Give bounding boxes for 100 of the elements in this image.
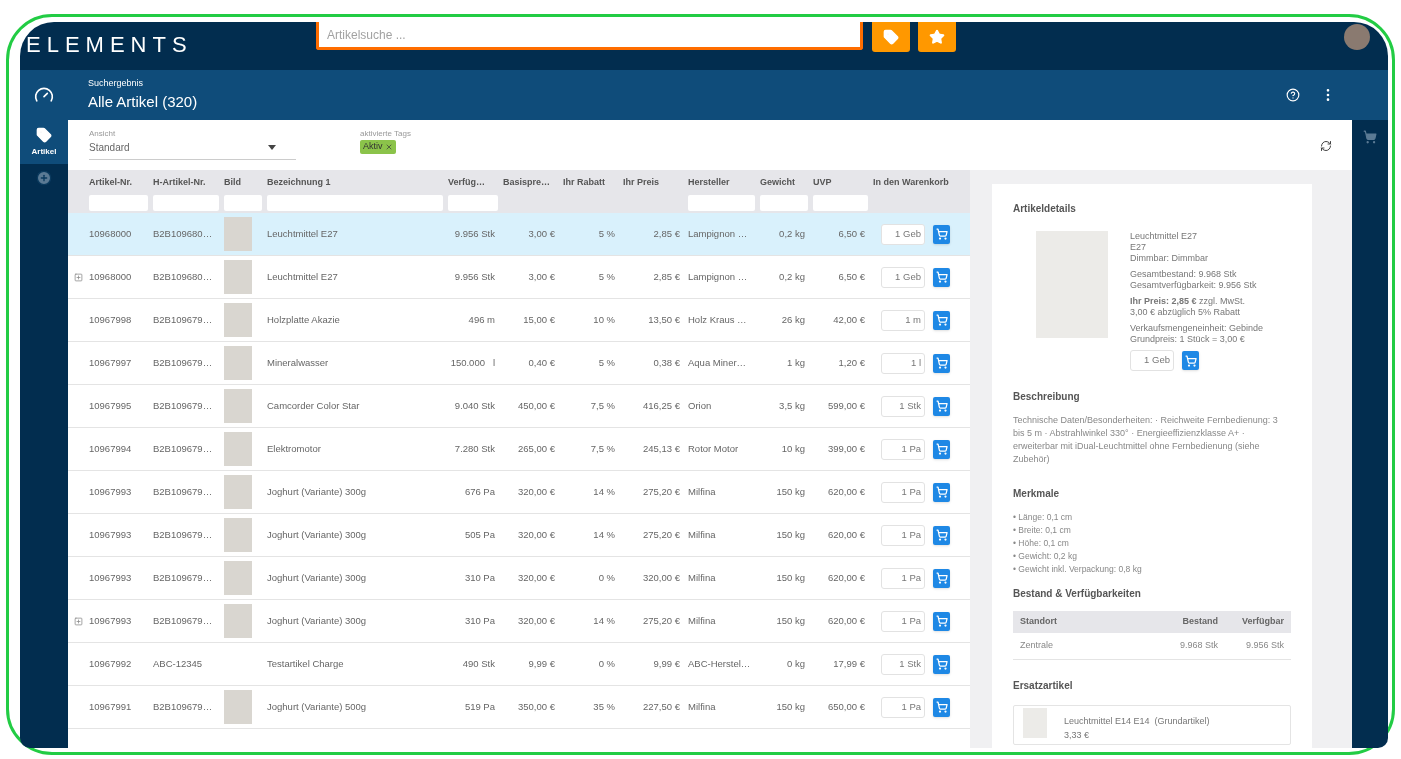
table-cell-text: B2B109679… (153, 484, 213, 499)
quantity-field[interactable]: 1 Pa (881, 438, 925, 460)
table-cell-text: 350,00 € (518, 699, 555, 714)
table-cell-text: 275,20 € (643, 527, 680, 542)
add-to-cart-button[interactable] (933, 654, 950, 674)
table-cell-text: 9.956 Stk (1244, 639, 1284, 653)
table-cell-text: 2,85 € (653, 269, 680, 284)
detail-text: Dimmbar: Dimmbar (1130, 253, 1209, 264)
add-to-cart-button[interactable] (933, 525, 950, 545)
table-cell-text: 399,00 € (828, 441, 865, 456)
table-cell-text: 1,20 € (838, 355, 865, 370)
close-icon[interactable] (384, 142, 393, 151)
column-header: Hersteller (688, 176, 731, 189)
replacement-item[interactable]: Leuchtmittel E14 E14 (Grundartikel) 3,33 € (1013, 705, 1291, 745)
section-title: Merkmale (1013, 487, 1061, 501)
column-filter-field[interactable] (448, 194, 498, 211)
add-to-cart-button[interactable] (933, 697, 950, 717)
add-to-cart-button[interactable] (933, 482, 950, 502)
table-cell-text: 519 Pa (464, 699, 495, 714)
column-filter-field[interactable] (688, 194, 755, 211)
table-cell-text: 676 Pa (464, 484, 495, 499)
column-filter-field[interactable] (153, 194, 219, 211)
column-header: In den Warenkorb (873, 176, 950, 189)
add-to-cart-button[interactable] (1182, 351, 1199, 370)
column-header: Bild (224, 176, 242, 189)
quantity-field[interactable]: 1 Pa (881, 610, 925, 632)
table-cell-text: 275,20 € (643, 484, 680, 499)
tag-icon (883, 29, 899, 45)
quantity-field[interactable]: 1 l (881, 352, 925, 374)
table-cell-text: 320,00 € (643, 570, 680, 585)
quantity-field[interactable]: 1 m (881, 309, 925, 331)
quantity-field[interactable]: 1 Geb (1130, 350, 1174, 371)
table-cell-text: 227,50 € (643, 699, 680, 714)
expand-icon[interactable] (74, 272, 83, 282)
tag-chip[interactable]: Aktiv (360, 140, 396, 154)
table-cell-text: 7,5 % (590, 398, 615, 413)
table-cell-text: 150.000 l (450, 355, 495, 370)
avatar[interactable] (1344, 24, 1370, 50)
table-cell-text: Joghurt (Variante) 300g (267, 527, 367, 542)
add-to-cart-button[interactable] (933, 611, 950, 631)
table-cell-text: B2B109679… (153, 312, 213, 327)
add-to-cart-button[interactable] (933, 439, 950, 459)
table-cell-text: 2,85 € (653, 226, 680, 241)
tag-add-button[interactable] (872, 22, 910, 52)
quantity-field[interactable]: 1 Pa (881, 481, 925, 503)
expand-icon[interactable] (74, 616, 83, 626)
quantity-field[interactable]: 1 Pa (881, 567, 925, 589)
column-header: Basispre… (503, 176, 552, 189)
add-to-cart-button[interactable] (933, 267, 950, 287)
column-header: UVP (813, 176, 833, 189)
replacement-name: Leuchtmittel E14 E14 (Grundartikel) (1064, 715, 1210, 728)
section-title: Bestand & Verfügbarkeiten (1013, 587, 1142, 601)
detail-text: Leuchtmittel E27 (1130, 231, 1199, 242)
column-filter-field[interactable] (760, 194, 808, 211)
feature-item: • Gewicht: 0,2 kg (1013, 550, 1078, 563)
table-row[interactable]: 10968000 B2B109680… Leuchtmittel E27 9.956 Stk 3,00 € 5 % 2,85 € Lampignon … 0,2 kg 6,50 € 1 Geb (68, 213, 970, 256)
view-select[interactable]: Ansicht Standard (89, 128, 296, 160)
table-cell-text: Milfina (688, 699, 716, 714)
column-filter-field[interactable] (267, 194, 443, 211)
replacement-price: 3,33 € (1064, 728, 1091, 742)
table-cell-text: Joghurt (Variante) 500g (267, 699, 367, 714)
table-cell-text: 10 % (593, 312, 615, 327)
table-cell-text: Leuchtmittel E27 (267, 269, 338, 284)
table-cell-text: 496 m (468, 312, 495, 327)
search-field[interactable]: Artikelsuche ... (316, 22, 863, 50)
add-to-cart-button[interactable] (933, 353, 950, 373)
table-cell-text: Milfina (688, 527, 716, 542)
table-cell-text: Rotor Motor (688, 441, 739, 456)
column-filter-field[interactable] (813, 194, 868, 211)
table-cell-text: B2B109679… (153, 441, 213, 456)
table-cell-text: 620,00 € (828, 613, 865, 628)
quantity-field[interactable]: 1 Geb (881, 223, 925, 245)
add-to-cart-button[interactable] (933, 224, 950, 244)
table-cell-text: 310 Pa (464, 613, 495, 628)
column-filter-field[interactable] (224, 194, 262, 211)
cart-icon[interactable] (1363, 130, 1377, 144)
description-text: Technische Daten/Besonderheiten: · Reichweite Fernbedienung: 3 bis 5 m · Abstrahlwinkel 330° · Energieeffizienzklasse A+ · erweiterbar mit iDual-Leuchtmittel ohne Fernbedienung (siehe Zubehör) (1013, 414, 1279, 466)
add-to-cart-button[interactable] (933, 396, 950, 416)
table-cell-text: B2B109679… (153, 398, 213, 413)
table-cell-text: 14 % (593, 527, 615, 542)
quantity-field[interactable]: 1 Pa (881, 696, 925, 718)
quantity-field[interactable]: 1 Pa (881, 524, 925, 546)
table-cell-text: B2B109679… (153, 570, 213, 585)
favorites-button[interactable] (918, 22, 956, 52)
table-cell-text: 10967993 (89, 613, 132, 628)
quantity-field[interactable]: 1 Stk (881, 395, 925, 417)
column-filter-field[interactable] (89, 194, 148, 211)
help-icon[interactable] (1286, 88, 1300, 102)
table-cell-text: Joghurt (Variante) 300g (267, 570, 367, 585)
page-title: Alle Artikel (320) (88, 91, 198, 112)
sidebar-item[interactable]: Artikel (20, 120, 68, 164)
add-to-cart-button[interactable] (933, 568, 950, 588)
table-cell-text: Testartikel Charge (267, 656, 344, 671)
quantity-field[interactable]: 1 Stk (881, 653, 925, 675)
column-header: Bezeichnung 1 (267, 176, 332, 189)
add-icon (36, 170, 52, 186)
refresh-icon[interactable] (1320, 140, 1332, 152)
add-to-cart-button[interactable] (933, 310, 950, 330)
quantity-field[interactable]: 1 Geb (881, 266, 925, 288)
table-cell-text: Holz Kraus … (688, 312, 747, 327)
